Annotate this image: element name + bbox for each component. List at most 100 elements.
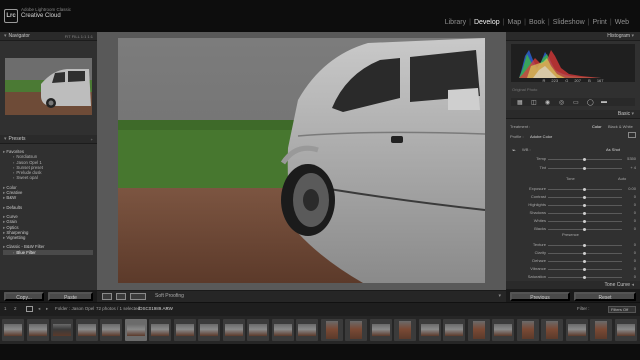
- slider-value[interactable]: 0: [634, 266, 636, 271]
- module-print[interactable]: Print: [589, 19, 609, 26]
- filmstrip-thumbnail[interactable]: [124, 319, 147, 341]
- filmstrip-thumbnail[interactable]: [100, 319, 122, 341]
- slider-value[interactable]: + 4: [630, 165, 636, 170]
- slider-thumb[interactable]: [583, 276, 586, 279]
- slider-track[interactable]: [548, 220, 622, 223]
- slider-track[interactable]: [548, 158, 622, 161]
- slider-thumb[interactable]: [583, 196, 586, 199]
- slider-track[interactable]: [548, 260, 622, 263]
- filmstrip-thumbnail[interactable]: [271, 319, 294, 341]
- slider-thumb[interactable]: [583, 260, 586, 263]
- spot-removal-icon[interactable]: ◉: [545, 99, 550, 106]
- graduated-filter-icon[interactable]: ▭: [573, 99, 579, 106]
- filmstrip-thumbnail[interactable]: [149, 319, 171, 341]
- filmstrip-thumbnail[interactable]: [614, 319, 637, 341]
- slider-thumb[interactable]: [583, 188, 586, 191]
- filmstrip-thumbnail[interactable]: [198, 319, 220, 341]
- wb-select[interactable]: As Shot: [606, 147, 620, 152]
- preset-item[interactable]: Blue Filter: [3, 249, 93, 256]
- image-viewer[interactable]: [97, 32, 506, 290]
- filmstrip-thumbnail[interactable]: [492, 319, 514, 341]
- tone-curve-header[interactable]: Tone Curve ◂: [506, 281, 640, 290]
- filter-select[interactable]: Filters Off: [608, 306, 636, 313]
- forward-icon[interactable]: ▸: [46, 306, 48, 312]
- slider-track[interactable]: [548, 228, 622, 231]
- brush-tool-icon[interactable]: ▬: [601, 99, 607, 105]
- slider-thumb[interactable]: [583, 158, 586, 161]
- loupe-view-icon[interactable]: [102, 293, 112, 300]
- filmstrip-thumbnail[interactable]: [222, 319, 245, 341]
- slider-thumb[interactable]: [583, 167, 586, 170]
- slider-track[interactable]: [548, 204, 622, 207]
- reset-button[interactable]: Reset: [574, 292, 636, 301]
- slider-thumb[interactable]: [583, 228, 586, 231]
- module-develop[interactable]: Develop: [471, 19, 503, 26]
- filmstrip-thumbnail[interactable]: [369, 319, 392, 341]
- slider-thumb[interactable]: [583, 204, 586, 207]
- back-icon[interactable]: ◂: [38, 306, 40, 312]
- treatment-bw[interactable]: Black & White: [608, 124, 633, 129]
- slider-track[interactable]: [548, 212, 622, 215]
- treatment-color[interactable]: Color: [592, 124, 602, 129]
- paste-button[interactable]: Paste: [48, 292, 93, 301]
- module-map[interactable]: Map: [504, 19, 524, 26]
- page-1-button[interactable]: 1: [4, 306, 7, 311]
- slider-value[interactable]: 0: [634, 202, 636, 207]
- copy-button[interactable]: Copy...: [4, 292, 44, 301]
- slider-track[interactable]: [548, 244, 622, 247]
- filename-dropdown-icon[interactable]: ▾: [166, 306, 168, 312]
- slider-value[interactable]: 0.00: [628, 186, 636, 191]
- slider-track[interactable]: [548, 167, 622, 170]
- red-eye-icon[interactable]: ◎: [559, 99, 564, 106]
- histogram-header[interactable]: Histogram ▾: [506, 32, 640, 41]
- filmstrip-thumbnail[interactable]: [516, 319, 539, 341]
- wb-eyedropper-icon[interactable]: ⌁: [512, 147, 516, 154]
- filmstrip-thumbnail[interactable]: [247, 319, 269, 341]
- slider-value[interactable]: 0: [634, 194, 636, 199]
- slider-track[interactable]: [548, 196, 622, 199]
- slider-value[interactable]: 0: [634, 210, 636, 215]
- tone-auto-button[interactable]: Auto: [618, 176, 626, 181]
- filmstrip-thumbnail[interactable]: [26, 319, 49, 341]
- profile-browser-icon[interactable]: [628, 132, 636, 138]
- main-photo[interactable]: [118, 38, 485, 283]
- filmstrip-thumbnail[interactable]: [345, 319, 367, 341]
- before-after-icon[interactable]: [116, 293, 126, 300]
- histogram[interactable]: [511, 44, 635, 82]
- module-book[interactable]: Book: [526, 19, 548, 26]
- filmstrip-thumbnail[interactable]: [173, 319, 196, 341]
- filmstrip-thumbnail[interactable]: [443, 319, 465, 341]
- radial-filter-icon[interactable]: ◯: [587, 99, 594, 106]
- module-library[interactable]: Library: [442, 19, 469, 26]
- filmstrip-thumbnail[interactable]: [296, 319, 318, 341]
- crop-tool-icon[interactable]: ◫: [531, 99, 537, 106]
- previous-button[interactable]: Previous: [510, 292, 570, 301]
- module-slideshow[interactable]: Slideshow: [550, 19, 588, 26]
- filmstrip-thumbnail[interactable]: [590, 319, 612, 341]
- slider-track[interactable]: [548, 268, 622, 271]
- grid-tool-icon[interactable]: ▦: [517, 99, 523, 106]
- slider-thumb[interactable]: [583, 212, 586, 215]
- toolbar-chevron-icon[interactable]: ▾: [498, 293, 501, 299]
- presets-header[interactable]: ▾ Presets +: [0, 135, 97, 144]
- slider-value[interactable]: 0: [634, 250, 636, 255]
- navigator-header[interactable]: ▾ Navigator FIT FILL 1:1 1:1: [0, 32, 97, 41]
- slider-value[interactable]: 5350: [627, 156, 636, 161]
- slider-value[interactable]: 0: [634, 218, 636, 223]
- slider-track[interactable]: [548, 252, 622, 255]
- filmstrip-thumbnail[interactable]: [565, 319, 588, 341]
- page-2-button[interactable]: 2: [14, 306, 17, 311]
- filmstrip-thumbnail[interactable]: [541, 319, 563, 341]
- navigator-preview[interactable]: [5, 58, 92, 115]
- soft-proofing-label[interactable]: Soft Proofing: [155, 293, 184, 299]
- slider-track[interactable]: [548, 276, 622, 279]
- slider-value[interactable]: 0: [634, 226, 636, 231]
- slider-value[interactable]: 0: [634, 258, 636, 263]
- filmstrip-thumbnail[interactable]: [75, 319, 98, 341]
- module-web[interactable]: Web: [612, 19, 632, 26]
- filmstrip-thumbnail[interactable]: [418, 319, 441, 341]
- navigator-zoom-options[interactable]: FIT FILL 1:1 1:1: [65, 32, 93, 41]
- filmstrip-thumbnail[interactable]: [467, 319, 490, 341]
- presets-add-icon[interactable]: +: [91, 135, 93, 144]
- filmstrip-thumbnail[interactable]: [2, 319, 24, 341]
